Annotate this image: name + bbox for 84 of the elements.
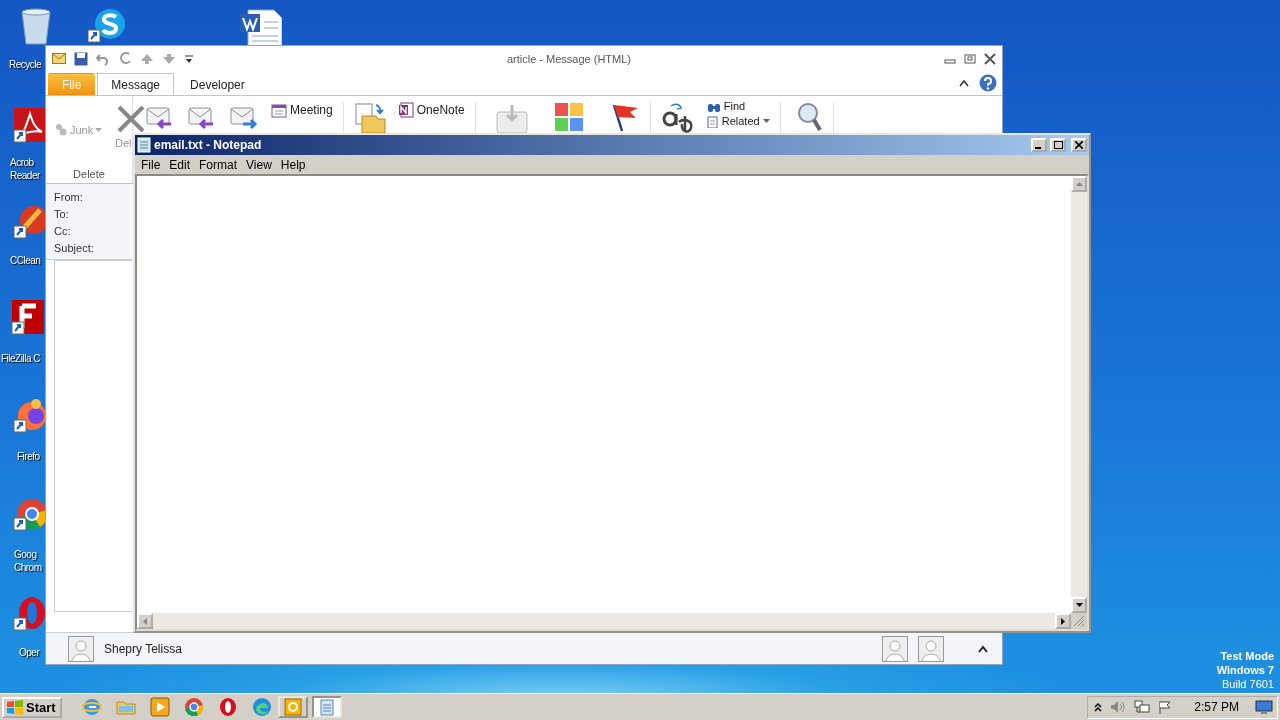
taskbar-window-button[interactable]	[277, 696, 308, 718]
chrome-icon	[183, 697, 204, 717]
clock[interactable]: 2:57 PM	[1194, 700, 1239, 714]
recycle-bin-icon	[18, 6, 54, 46]
scroll-left-icon	[143, 617, 147, 625]
notepad-icon	[317, 698, 336, 716]
find-button[interactable]: Find	[706, 100, 770, 113]
menu-item[interactable]: Format	[195, 157, 243, 172]
skype-icon	[88, 8, 128, 44]
group-label: Delete	[72, 168, 106, 180]
ribbon-tab[interactable]: Developer	[176, 73, 259, 95]
header-field-label: Cc:	[54, 225, 72, 238]
desktop-icon-label: Oper	[19, 646, 40, 659]
close-icon	[1075, 141, 1083, 149]
undo-icon[interactable]	[96, 51, 110, 66]
desktop-icon-label: CClean	[10, 254, 41, 267]
document-icon	[706, 115, 719, 128]
calendar-icon	[271, 102, 287, 118]
notepad-icon	[137, 137, 151, 153]
close-icon[interactable]	[984, 52, 996, 65]
taskbar-window-button[interactable]	[311, 696, 342, 718]
envelope-icon	[52, 52, 66, 65]
windows-flag-icon	[6, 699, 24, 715]
opera-icon	[217, 697, 238, 717]
play-icon	[149, 697, 170, 717]
desktop-icon-label: Goog Chrom	[14, 548, 42, 574]
network-icon[interactable]	[1134, 700, 1151, 714]
help-icon[interactable]	[979, 74, 997, 92]
window-title: article - Message (HTML)	[505, 52, 633, 65]
caret-icon	[762, 119, 770, 124]
taskbar-app-button[interactable]	[147, 695, 172, 719]
people-icon	[54, 123, 68, 137]
scroll-right-icon	[1061, 617, 1065, 625]
header-field-label: From:	[54, 191, 84, 204]
color-categories-icon[interactable]	[553, 102, 584, 132]
menu-item[interactable]: View	[242, 157, 277, 172]
speaker-icon[interactable]	[1110, 700, 1127, 714]
related-button[interactable]: Related	[706, 115, 770, 128]
mail-download-icon[interactable]	[495, 102, 528, 134]
window-title: email.txt - Notepad	[154, 138, 263, 152]
onenote-icon	[397, 102, 414, 118]
os-notice-text: Build 7601	[1222, 677, 1274, 691]
save-icon[interactable]	[74, 51, 88, 66]
caret-icon	[95, 127, 103, 133]
move-folder-icon[interactable]	[353, 102, 386, 134]
desktop-icon-label: Acrob Reader	[10, 156, 40, 182]
horizontal-scrollbar[interactable]	[137, 613, 1071, 629]
show-hidden-icons-icon[interactable]	[1094, 702, 1103, 712]
edge-icon	[251, 697, 272, 717]
maximize-icon	[1053, 141, 1063, 149]
expand-caret-icon[interactable]	[978, 644, 988, 653]
os-notice-text: Test Mode	[1220, 649, 1274, 663]
delete-x-icon[interactable]	[116, 104, 146, 134]
header-field-label: To:	[54, 208, 70, 221]
show-desktop-icon[interactable]	[1255, 700, 1273, 714]
menu-item[interactable]: File	[137, 157, 166, 172]
translate-icon[interactable]	[660, 102, 695, 134]
collapse-caret-icon[interactable]	[959, 79, 969, 87]
onenote-button[interactable]: OneNote	[391, 102, 471, 118]
maximize-button[interactable]	[1050, 138, 1066, 152]
os-notice-text: Windows 7	[1216, 663, 1274, 677]
desktop-icon-label: Recycle	[9, 58, 42, 71]
close-button[interactable]	[1071, 138, 1087, 152]
menu-item[interactable]: Edit	[165, 157, 196, 172]
flag-icon[interactable]	[1158, 700, 1173, 714]
desktop-icon-label: FileZilla C	[1, 352, 40, 365]
redo-icon[interactable]	[118, 51, 132, 66]
scroll-down-icon	[1075, 603, 1083, 607]
outlook-icon	[283, 698, 302, 716]
start-button[interactable]: Start	[2, 696, 62, 718]
minimize-button[interactable]	[1031, 138, 1047, 152]
browser-e-icon	[81, 697, 102, 717]
menu-item[interactable]: Help	[276, 157, 311, 172]
ribbon-tab[interactable]: Message	[97, 73, 175, 96]
header-field-label: Subject:	[54, 242, 95, 255]
vertical-scrollbar[interactable]	[1071, 176, 1087, 613]
desktop-icon-label: Firefo	[17, 450, 40, 463]
down-arrow-icon[interactable]	[162, 51, 176, 66]
meeting-button[interactable]: Meeting	[265, 102, 339, 118]
zoom-magnifier-icon[interactable]	[796, 102, 823, 132]
restore-icon[interactable]	[964, 52, 976, 65]
scroll-up-icon	[1075, 182, 1083, 186]
resize-grip-icon	[1071, 613, 1085, 627]
contact-name: Shepry Telissa	[104, 641, 183, 656]
